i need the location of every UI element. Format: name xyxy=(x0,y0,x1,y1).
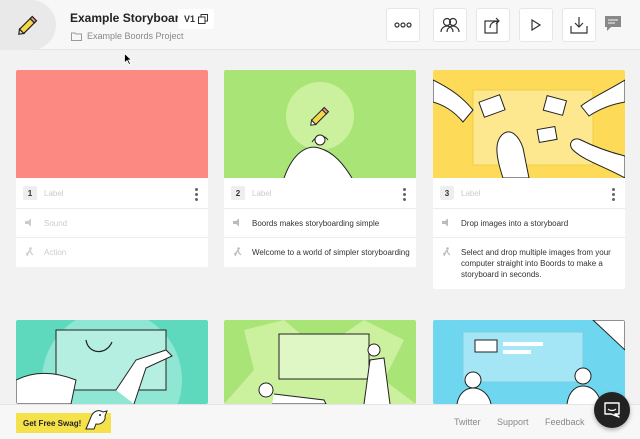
frame-image-6[interactable] xyxy=(433,320,625,404)
chat-icon xyxy=(604,402,620,418)
running-figure-icon xyxy=(25,247,34,257)
storyboard-illustration xyxy=(224,320,416,404)
frame-image-4[interactable] xyxy=(16,320,208,404)
storyboard-title[interactable]: Example Storyboard xyxy=(70,11,187,25)
support-link[interactable]: Support xyxy=(497,417,529,427)
storyboard-illustration xyxy=(16,320,182,404)
frame-menu-icon[interactable] xyxy=(195,188,198,201)
frame-label-row[interactable]: 2 Label xyxy=(224,178,416,208)
frame-card-5[interactable] xyxy=(224,320,416,404)
frame-sound[interactable]: Sound xyxy=(44,219,67,228)
frame-sound-row[interactable]: Sound xyxy=(16,208,208,237)
running-figure-icon xyxy=(233,247,242,257)
folder-icon xyxy=(71,32,82,41)
frame-number: 1 xyxy=(23,186,37,200)
free-swag-label: Get Free Swag! xyxy=(23,418,82,428)
twitter-link[interactable]: Twitter xyxy=(454,417,481,427)
comment-icon xyxy=(605,16,621,31)
ellipsis-icon xyxy=(394,22,412,28)
play-icon xyxy=(531,19,541,31)
frame-sound-row[interactable]: Boords makes storyboarding simple xyxy=(224,208,416,237)
storyboard-illustration xyxy=(456,320,625,404)
project-name: Example Boords Project xyxy=(87,31,184,41)
mouse-cursor-icon xyxy=(124,53,132,65)
collaborators-button[interactable] xyxy=(433,8,467,42)
frame-card-4[interactable] xyxy=(16,320,208,404)
copy-icon xyxy=(198,14,208,24)
chat-widget-button[interactable] xyxy=(594,392,630,428)
play-button[interactable] xyxy=(519,8,553,42)
mascot-dog-icon xyxy=(85,410,109,430)
export-button[interactable] xyxy=(562,8,596,42)
frame-image-5[interactable] xyxy=(224,320,416,404)
frame-sound[interactable]: Drop images into a storyboard xyxy=(461,219,568,228)
frame-card-3: 3 Label Drop images into a storyboard Se… xyxy=(433,70,625,289)
frame-label[interactable]: Label xyxy=(252,189,272,198)
frame-action-row[interactable]: Action xyxy=(16,237,208,267)
frame-label[interactable]: Label xyxy=(44,189,64,198)
frame-sound[interactable]: Boords makes storyboarding simple xyxy=(252,219,379,228)
frame-sound-row[interactable]: Drop images into a storyboard xyxy=(433,208,625,237)
frame-image-2[interactable] xyxy=(224,70,416,178)
app-footer: Get Free Swag! Twitter Support Feedback xyxy=(0,404,640,439)
speaker-icon xyxy=(233,218,239,227)
comments-button[interactable] xyxy=(604,15,622,37)
speaker-icon xyxy=(442,218,448,227)
people-icon xyxy=(440,17,460,33)
share-button[interactable] xyxy=(476,8,510,42)
frame-action-row[interactable]: Select and drop multiple images from you… xyxy=(433,237,625,289)
running-figure-icon xyxy=(442,247,451,257)
frame-number: 2 xyxy=(231,186,245,200)
free-swag-button[interactable]: Get Free Swag! xyxy=(16,410,112,433)
more-options-button[interactable] xyxy=(386,8,420,42)
storyboard-illustration xyxy=(433,79,625,178)
frame-action[interactable]: Action xyxy=(44,248,66,257)
frame-action[interactable]: Select and drop multiple images from you… xyxy=(461,248,611,279)
frame-image-1[interactable] xyxy=(16,70,208,178)
version-label: V1 xyxy=(183,14,195,24)
app-header: Example Storyboard V1 Example Boords Pro… xyxy=(0,0,640,50)
project-breadcrumb[interactable]: Example Boords Project xyxy=(71,31,184,41)
frame-label-row[interactable]: 3 Label xyxy=(433,178,625,208)
download-icon xyxy=(570,17,588,34)
frame-menu-icon[interactable] xyxy=(403,188,406,201)
frame-number: 3 xyxy=(440,186,454,200)
frame-label[interactable]: Label xyxy=(461,189,481,198)
share-icon xyxy=(484,17,500,34)
logo[interactable] xyxy=(0,0,56,50)
frame-card-1: 1 Label Sound Action xyxy=(16,70,208,267)
storyboard-illustration xyxy=(283,82,354,178)
frame-label-row[interactable]: 1 Label xyxy=(16,178,208,208)
frame-image-3[interactable] xyxy=(433,70,625,178)
version-button[interactable]: V1 xyxy=(178,9,214,29)
frame-action-row[interactable]: Welcome to a world of simpler storyboard… xyxy=(224,237,416,267)
frame-menu-icon[interactable] xyxy=(612,188,615,201)
frame-card-2: 2 Label Boords makes storyboarding simpl… xyxy=(224,70,416,267)
frame-action[interactable]: Welcome to a world of simpler storyboard… xyxy=(252,248,410,257)
feedback-link[interactable]: Feedback xyxy=(545,417,585,427)
speaker-icon xyxy=(25,218,31,227)
frame-card-6[interactable] xyxy=(433,320,625,404)
pencil-logo-icon xyxy=(18,15,38,35)
